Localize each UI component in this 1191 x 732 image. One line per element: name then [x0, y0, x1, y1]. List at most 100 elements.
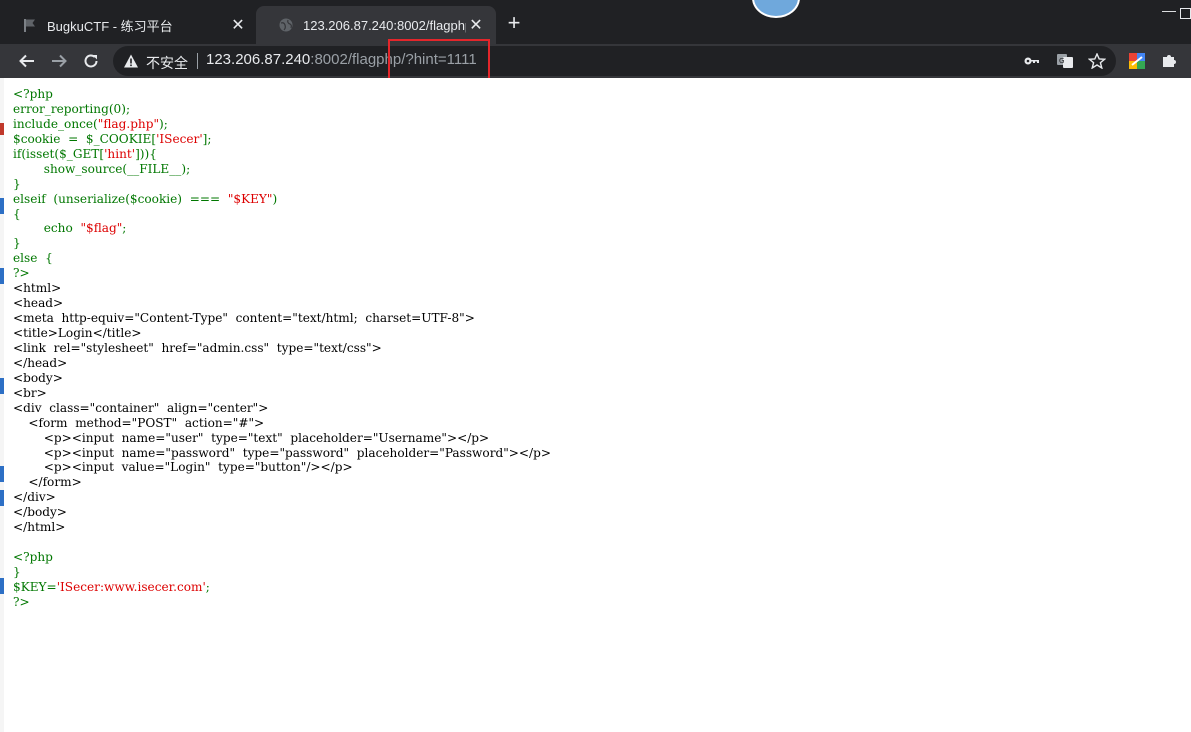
source-token: {	[13, 206, 21, 221]
highlight-annotation-box	[388, 39, 490, 82]
source-token: <link rel="stylesheet" href="admin.css" …	[13, 340, 382, 355]
source-token: <?php	[13, 550, 53, 565]
source-line: }	[13, 177, 551, 192]
source-line: else {	[13, 251, 551, 266]
source-token: }	[13, 236, 21, 251]
source-token: ;	[205, 579, 210, 594]
source-token: <p><input name="user" type="text" placeh…	[13, 430, 490, 445]
edge-fragment	[0, 378, 4, 394]
source-line: $cookie = $_COOKIE['ISecer'];	[13, 132, 551, 147]
source-line	[13, 535, 551, 550]
source-token: </div>	[13, 490, 56, 505]
new-tab-plus-icon[interactable]: +	[502, 12, 526, 36]
source-token: <body>	[13, 370, 63, 385]
source-line: $KEY='ISecer:www.isecer.com';	[13, 580, 551, 595]
puzzle-icon[interactable]	[1157, 49, 1181, 73]
source-line: <p><input value="Login" type="button"/><…	[13, 460, 551, 475]
source-token: <form method="POST" action="#">	[13, 415, 265, 430]
source-line: </form>	[13, 475, 551, 490]
source-token: "$KEY"	[227, 191, 273, 206]
source-token: 'ISecer'	[156, 131, 203, 146]
source-line: </div>	[13, 490, 551, 505]
source-token: 'hint'	[104, 146, 136, 161]
source-token: echo	[13, 221, 81, 236]
source-token: else {	[13, 251, 53, 266]
source-token: $cookie = $_COOKIE[	[13, 131, 157, 146]
address-bar[interactable]: 不安全 123.206.87.240:8002/flagphp/?hint=11…	[113, 46, 1116, 76]
source-line: <link rel="stylesheet" href="admin.css" …	[13, 341, 551, 356]
source-token: include_once(	[13, 116, 98, 131]
window-minimize-icon[interactable]: —	[1162, 2, 1176, 26]
source-token: <?php	[13, 87, 53, 101]
window-maximize-icon[interactable]	[1180, 8, 1191, 19]
source-token: $KEY=	[13, 579, 57, 594]
source-line: </head>	[13, 356, 551, 371]
source-line: <p><input name="user" type="text" placeh…	[13, 431, 551, 446]
url-host: 123.206.87.240	[206, 51, 311, 68]
source-token: 'ISecer:www.isecer.com'	[56, 579, 206, 594]
tab-close-icon[interactable]: ✕	[466, 15, 486, 35]
source-token: <p><input value="Login" type="button"/><…	[13, 460, 353, 475]
source-token: )	[272, 191, 278, 206]
tab-title: BugkuCTF - 练习平台	[47, 18, 173, 34]
extension-app-icon[interactable]	[1125, 49, 1149, 73]
source-line: }	[13, 565, 551, 580]
source-token: </form>	[13, 475, 82, 490]
source-line: <body>	[13, 371, 551, 386]
source-token: <title>Login</title>	[13, 326, 142, 340]
svg-text:G: G	[1059, 57, 1064, 65]
source-token: ?>	[13, 266, 30, 281]
source-token: elseif (unserialize($cookie) ===	[13, 191, 228, 206]
source-line: <p><input name="password" type="password…	[13, 446, 551, 461]
source-token: show_source(__FILE__);	[13, 161, 191, 176]
source-line: <head>	[13, 296, 551, 311]
source-token: </html>	[13, 520, 66, 535]
source-line: <?php	[13, 87, 551, 102]
tab-title: 123.206.87.240:8002/flagphp/	[303, 17, 466, 33]
source-token: "flag.php"	[97, 116, 160, 131]
globe-favicon-icon	[279, 18, 293, 32]
source-token: }	[13, 176, 21, 191]
reload-icon[interactable]	[79, 49, 103, 73]
source-token: <br>	[13, 385, 47, 400]
source-line: ?>	[13, 266, 551, 281]
left-edge-strip	[0, 78, 4, 732]
source-line: error_reporting(0);	[13, 102, 551, 117]
source-token: <p><input name="password" type="password…	[13, 445, 551, 460]
key-icon[interactable]	[1023, 53, 1041, 69]
edge-fragment	[0, 490, 4, 506]
forward-icon[interactable]	[47, 49, 71, 73]
tab-close-icon[interactable]: ✕	[228, 15, 248, 35]
source-line: <html>	[13, 281, 551, 296]
edge-fragment	[0, 198, 4, 214]
source-token: ];	[202, 131, 212, 146]
star-icon[interactable]	[1088, 53, 1106, 69]
source-token: <head>	[13, 296, 64, 311]
source-line: <title>Login</title>	[13, 326, 551, 341]
source-token: if(isset($_GET[	[13, 146, 105, 161]
omnibox-divider	[197, 53, 198, 69]
source-token: );	[159, 116, 168, 131]
translate-icon[interactable]: G	[1056, 53, 1074, 69]
source-line: elseif (unserialize($cookie) === "$KEY")	[13, 192, 551, 207]
warning-icon[interactable]	[123, 53, 139, 69]
source-token: ?>	[13, 594, 30, 609]
source-line: <br>	[13, 386, 551, 401]
source-line: <meta http-equiv="Content-Type" content=…	[13, 311, 551, 326]
back-icon[interactable]	[15, 49, 39, 73]
source-token: <div class="container" align="center">	[13, 400, 269, 415]
security-label[interactable]: 不安全	[146, 53, 188, 73]
source-token: ])){	[135, 146, 157, 161]
page-content: <?php error_reporting(0); include_once("fl…	[0, 78, 1191, 732]
source-line: ?>	[13, 595, 551, 610]
source-token: <meta http-equiv="Content-Type" content=…	[13, 311, 475, 326]
source-line: {	[13, 207, 551, 222]
browser-toolbar: 不安全 123.206.87.240:8002/flagphp/?hint=11…	[0, 44, 1191, 78]
edge-fragment	[0, 268, 4, 284]
profile-avatar[interactable]	[752, 0, 800, 18]
tab-bugkuctf[interactable]: BugkuCTF - 练习平台 ✕	[0, 6, 258, 44]
flag-favicon-icon	[24, 19, 35, 32]
php-source-code: <?php error_reporting(0); include_once("fl…	[13, 87, 551, 610]
source-token: <html>	[13, 281, 62, 296]
source-line: </html>	[13, 520, 551, 535]
